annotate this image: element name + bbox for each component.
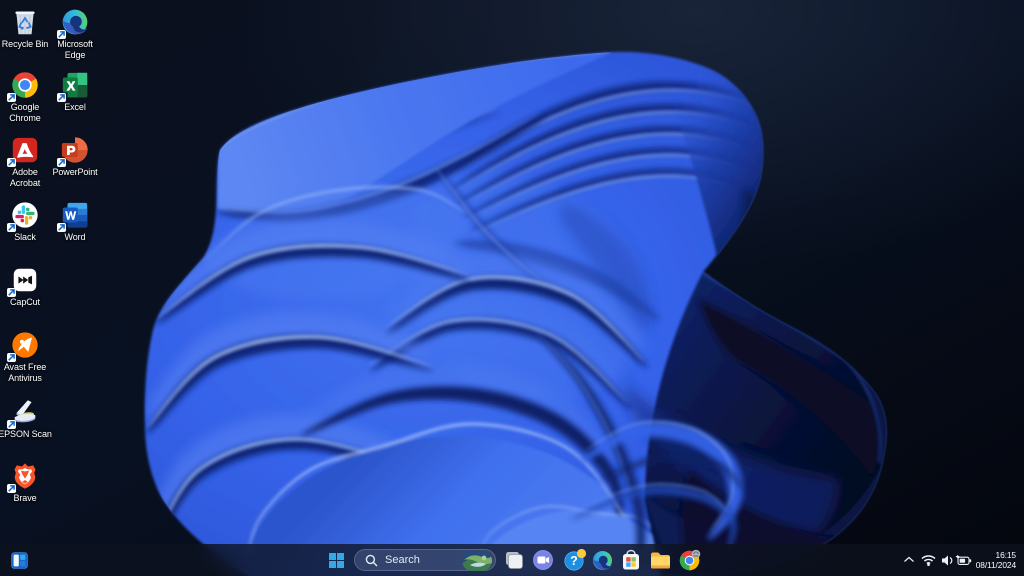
svg-text:?: ?: [570, 554, 578, 568]
